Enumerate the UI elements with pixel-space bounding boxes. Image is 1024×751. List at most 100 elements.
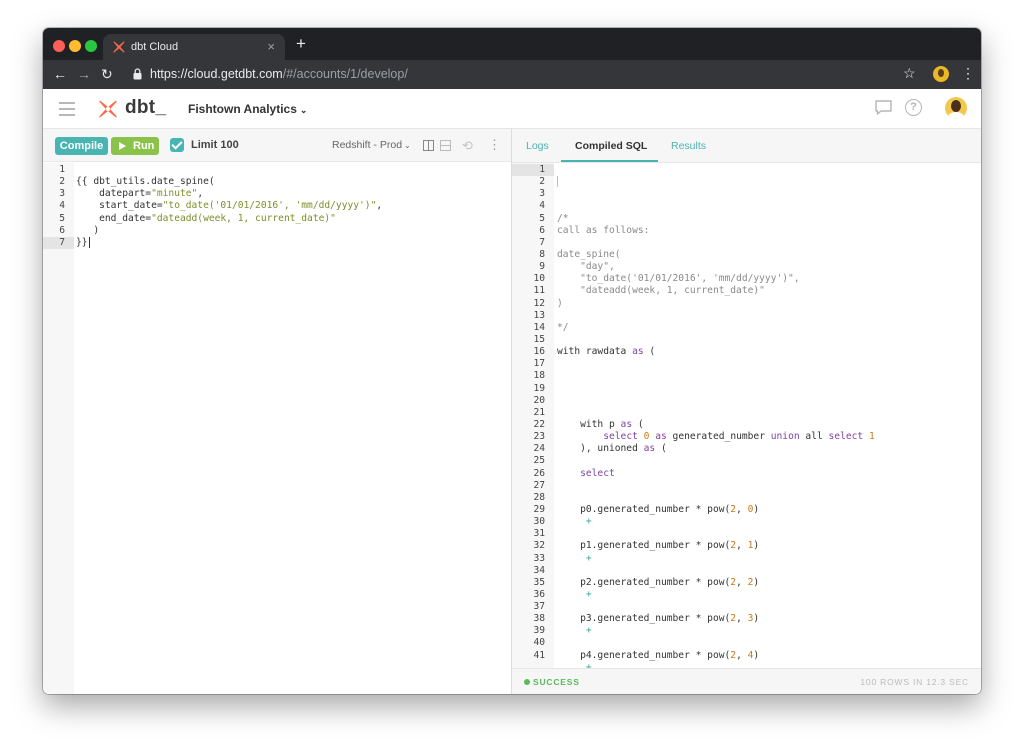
line-number: 37 xyxy=(533,601,545,613)
line-number: 4 xyxy=(59,200,65,212)
line-number: 32 xyxy=(533,540,545,552)
line-number: 10 xyxy=(533,273,545,285)
line-number: 6 xyxy=(539,224,545,236)
chevron-down-icon: ⌄ xyxy=(404,141,411,150)
target-selector[interactable]: Redshift - Prod ⌄ xyxy=(332,139,411,151)
line-number: 2 xyxy=(59,176,65,188)
play-icon xyxy=(119,142,126,150)
status-dot-icon xyxy=(524,679,530,685)
line-number: 28 xyxy=(533,491,545,503)
bookmark-star-icon[interactable]: ☆ xyxy=(903,65,916,82)
tab-logs[interactable]: Logs xyxy=(526,140,549,152)
run-label: Run xyxy=(133,140,155,152)
browser-menu-icon[interactable]: ⋮ xyxy=(961,65,975,82)
line-number: 9 xyxy=(539,261,545,273)
user-avatar[interactable] xyxy=(945,97,967,119)
line-number: 19 xyxy=(533,382,545,394)
line-number: 21 xyxy=(533,406,545,418)
compile-button[interactable]: Compile xyxy=(55,137,108,155)
app-header: dbt_ Fishtown Analytics ⌄ ? xyxy=(43,89,981,129)
new-tab-button[interactable]: + xyxy=(296,35,306,52)
line-number: 1 xyxy=(512,164,554,177)
dbt-logo-icon xyxy=(99,100,117,118)
line-number: 14 xyxy=(533,321,545,333)
line-number: 3 xyxy=(539,188,545,200)
maximize-window-button[interactable] xyxy=(85,40,97,52)
line-number: 7 xyxy=(43,236,74,249)
tab-results[interactable]: Results xyxy=(671,140,706,152)
editor-line-numbers: 1234567 xyxy=(43,164,74,249)
close-window-button[interactable] xyxy=(53,40,65,52)
editor-source[interactable]: {{ dbt_utils.date_spine( datepart="minut… xyxy=(76,164,382,273)
results-tabs: Logs Compiled SQL Results xyxy=(512,129,981,163)
status-text: SUCCESS xyxy=(533,677,580,687)
limit-checkbox[interactable] xyxy=(170,138,184,152)
line-number: 40 xyxy=(533,637,545,649)
dbt-favicon-icon xyxy=(113,41,125,53)
lock-icon xyxy=(133,68,142,80)
back-button[interactable]: ← xyxy=(53,65,67,83)
line-number: 12 xyxy=(533,297,545,309)
run-button[interactable]: Run xyxy=(111,137,159,155)
reload-button[interactable]: ↻ xyxy=(101,65,113,83)
compiled-sql-code[interactable]: 1 2 3 4 5 6 7 8 9 10 11 12 13 14 15 16 17 18 19 20 21 22 23 24 2… xyxy=(512,164,981,668)
url-field[interactable]: https://cloud.getdbt.com/#/accounts/1/de… xyxy=(150,67,408,81)
browser-window: dbt Cloud × + ← → ↻ https://cloud.getdbt… xyxy=(43,28,981,694)
compiled-line-numbers: 1 2 3 4 5 6 7 8 9 10 11 12 13 14 15 16 17 18 19 20 21 22 23 24 2… xyxy=(512,164,554,662)
dbt-logo-text: dbt_ xyxy=(125,97,167,118)
line-number: 22 xyxy=(533,418,545,430)
line-number: 41 xyxy=(533,649,545,661)
line-number: 29 xyxy=(533,503,545,515)
history-icon[interactable]: ⟲ xyxy=(462,138,473,154)
line-number: 23 xyxy=(533,431,545,443)
chat-icon[interactable] xyxy=(875,100,892,115)
line-number: 6 xyxy=(59,224,65,236)
horizontal-split-icon[interactable] xyxy=(440,140,451,151)
browser-tab[interactable]: dbt Cloud × xyxy=(103,34,285,60)
line-number: 8 xyxy=(539,248,545,260)
limit-label: Limit 100 xyxy=(191,139,239,151)
address-bar: ← → ↻ https://cloud.getdbt.com/#/account… xyxy=(43,60,981,89)
line-number: 34 xyxy=(533,564,545,576)
more-options-icon[interactable]: ⋮ xyxy=(488,137,501,153)
line-number: 13 xyxy=(533,309,545,321)
line-number: 20 xyxy=(533,394,545,406)
compiled-source[interactable]: /* call as follows: date_spine( "day", "to… xyxy=(557,164,875,668)
browser-profile-avatar[interactable] xyxy=(933,66,949,82)
line-number: 2 xyxy=(539,176,545,188)
line-number: 33 xyxy=(533,552,545,564)
tab-close-icon[interactable]: × xyxy=(267,39,275,54)
org-name: Fishtown Analytics xyxy=(188,102,297,116)
line-number: 31 xyxy=(533,528,545,540)
line-number: 5 xyxy=(539,212,545,224)
results-pane: Logs Compiled SQL Results 1 2 3 4 5 6 7 8 9 10 11 1… xyxy=(512,129,981,694)
line-number: 35 xyxy=(533,576,545,588)
org-selector[interactable]: Fishtown Analytics ⌄ xyxy=(188,102,307,116)
line-number: 39 xyxy=(533,625,545,637)
forward-button[interactable]: → xyxy=(77,65,91,83)
tab-title: dbt Cloud xyxy=(131,41,179,53)
minimize-window-button[interactable] xyxy=(69,40,81,52)
line-number: 3 xyxy=(59,188,65,200)
line-number: 18 xyxy=(533,370,545,382)
line-number: 38 xyxy=(533,613,545,625)
line-number: 30 xyxy=(533,516,545,528)
line-number: 5 xyxy=(59,212,65,224)
url-path: /#/accounts/1/develop/ xyxy=(282,67,408,81)
line-number: 1 xyxy=(59,164,65,175)
line-number: 26 xyxy=(533,467,545,479)
line-number: 25 xyxy=(533,455,545,467)
status-bar: SUCCESS 100 ROWS IN 12.3 SEC xyxy=(512,668,981,694)
url-host: https://cloud.getdbt.com xyxy=(150,67,283,81)
browser-tabstrip: dbt Cloud × + xyxy=(43,28,981,60)
hamburger-menu-icon[interactable] xyxy=(59,102,75,116)
status-meta: 100 ROWS IN 12.3 SEC xyxy=(860,677,969,687)
line-number: 27 xyxy=(533,479,545,491)
split-view-icon[interactable] xyxy=(423,140,434,151)
editor-pane: Compile Run Limit 100 Redshift - Prod ⌄ ⟲… xyxy=(43,129,512,694)
active-tab-indicator xyxy=(561,160,658,162)
help-icon[interactable]: ? xyxy=(905,99,922,116)
line-number: 36 xyxy=(533,588,545,600)
line-number: 17 xyxy=(533,358,545,370)
tab-compiled-sql[interactable]: Compiled SQL xyxy=(575,140,647,152)
